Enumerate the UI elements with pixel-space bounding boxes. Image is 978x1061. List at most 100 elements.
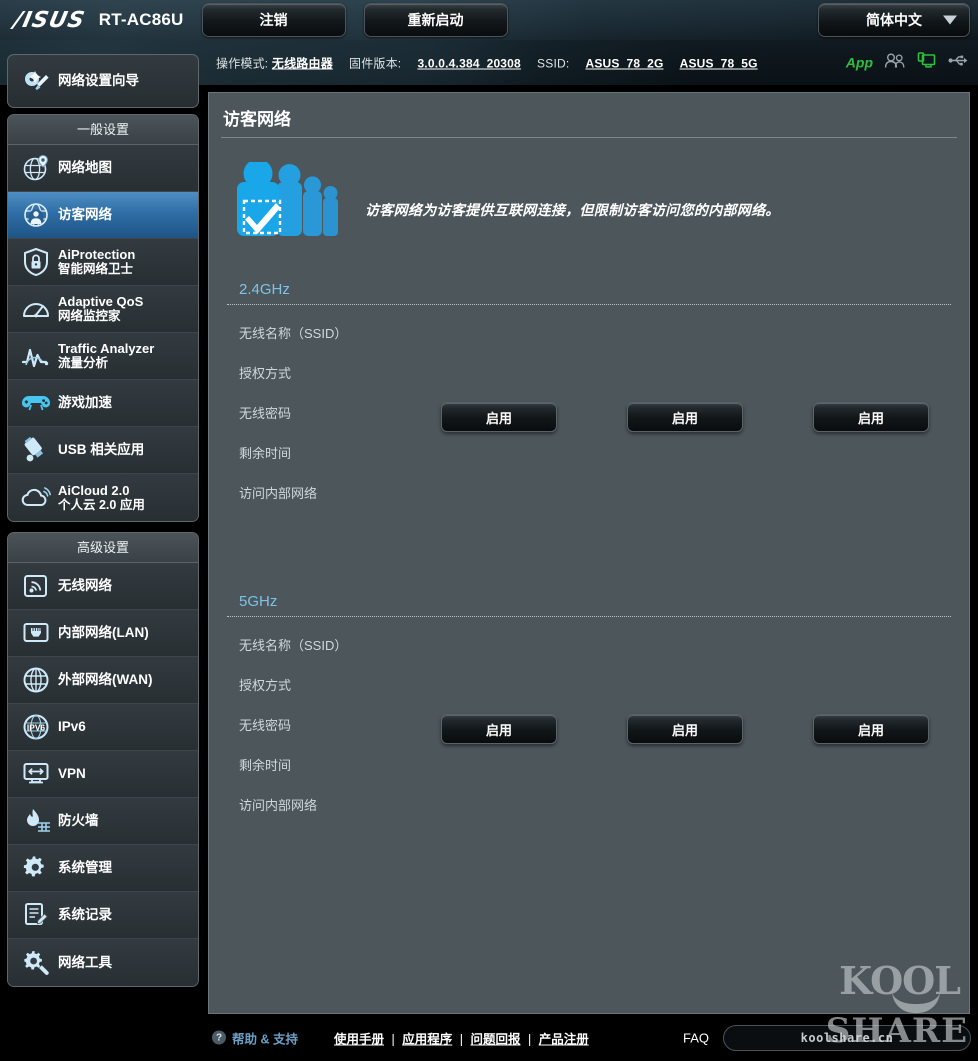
cloud-icon bbox=[16, 478, 56, 518]
guest-network-icon bbox=[16, 195, 56, 235]
sidebar-item-traffic-analyzer[interactable]: Traffic Analyzer 流量分析 bbox=[8, 333, 198, 380]
page-title: 访客网络 bbox=[223, 110, 291, 129]
sidebar-item-label: Traffic Analyzer 流量分析 bbox=[56, 341, 155, 371]
usb-icon[interactable] bbox=[948, 53, 968, 72]
sidebar-item-aicloud[interactable]: AiCloud 2.0 个人云 2.0 应用 bbox=[8, 474, 198, 521]
field-label-password: 无线密码 bbox=[239, 718, 292, 733]
sidebar-item-label: VPN bbox=[58, 766, 86, 781]
sidebar-item-label: 网络设置向导 bbox=[58, 73, 139, 88]
band-body-24ghz: 无线名称（SSID） 授权方式 无线密码 剩余时间 访问内部网络 启用 启用 启… bbox=[223, 305, 957, 501]
sidebar-item-vpn[interactable]: VPN bbox=[8, 751, 198, 798]
field-label-time-remaining: 剩余时间 bbox=[239, 758, 292, 773]
sidebar-item-system-log[interactable]: 系统记录 bbox=[8, 892, 198, 939]
sidebar-item-aiprotection[interactable]: AiProtection 智能网络卫士 bbox=[8, 239, 198, 286]
sidebar-item-label-main: Adaptive QoS bbox=[58, 294, 144, 309]
faq-search-input[interactable]: koolshare.cn bbox=[723, 1024, 971, 1051]
sidebar-item-wireless[interactable]: 无线网络 bbox=[8, 563, 198, 610]
main-panel: 访客网络 访客网络为访客提供互联网连接，但限制访客访问您的内部网络。 2.4GH… bbox=[208, 92, 970, 1014]
question-mark-icon: ? bbox=[212, 1030, 226, 1045]
guest-network-description: 访客网络为访客提供互联网连接，但限制访客访问您的内部网络。 bbox=[365, 202, 780, 218]
enable-guest-1-button-24ghz[interactable]: 启用 bbox=[441, 402, 557, 432]
logout-button[interactable]: 注销 bbox=[201, 3, 346, 37]
ssid-label: SSID: bbox=[537, 56, 570, 70]
ssid-2g-value[interactable]: ASUS_78_2G bbox=[585, 56, 663, 70]
enable-guest-2-button-5ghz[interactable]: 启用 bbox=[627, 714, 743, 744]
sidebar-item-game-boost[interactable]: 游戏加速 bbox=[8, 380, 198, 427]
vpn-monitor-icon bbox=[16, 754, 56, 794]
field-label-ssid: 无线名称（SSID） bbox=[239, 326, 348, 341]
footer-link-utility[interactable]: 应用程序 bbox=[402, 1032, 452, 1046]
traffic-wave-icon bbox=[16, 336, 56, 376]
sidebar-item-label: 网络地图 bbox=[58, 160, 112, 175]
sidebar-item-label-main: AiProtection bbox=[58, 247, 136, 262]
guest-network-banner: 访客网络为访客提供互联网连接，但限制访客访问您的内部网络。 bbox=[227, 155, 947, 265]
status-icon-group: App bbox=[846, 51, 968, 74]
sidebar-advanced-group: 高级设置 无线网络 内部网络(LAN) 外部网络(WAN) IPV6 IPv6 … bbox=[7, 532, 199, 987]
sidebar-item-label: 外部网络(WAN) bbox=[58, 672, 153, 687]
network-tools-icon bbox=[16, 943, 56, 983]
sidebar-item-network-map[interactable]: 网络地图 bbox=[8, 145, 198, 192]
sidebar-item-label: AiProtection 智能网络卫士 bbox=[56, 247, 136, 277]
sidebar-item-network-wizard[interactable]: 网络设置向导 bbox=[7, 54, 199, 108]
app-label[interactable]: App bbox=[846, 55, 873, 71]
sidebar-item-guest-network[interactable]: 访客网络 bbox=[8, 192, 198, 239]
sidebar-item-label: 游戏加速 bbox=[58, 395, 112, 410]
sidebar-item-wan[interactable]: 外部网络(WAN) bbox=[8, 657, 198, 704]
sidebar-item-label: USB 相关应用 bbox=[58, 442, 145, 457]
field-label-time-remaining: 剩余时间 bbox=[239, 446, 292, 461]
enable-guest-1-button-5ghz[interactable]: 启用 bbox=[441, 714, 557, 744]
sidebar-item-firewall[interactable]: 防火墙 bbox=[8, 798, 198, 845]
footer-content: ? 帮助 & 支持 使用手册 | 应用程序 | 问题回报 | 产品注册 FAQ … bbox=[208, 1014, 978, 1061]
sidebar-item-network-tools[interactable]: 网络工具 bbox=[8, 939, 198, 986]
enable-guest-2-button-24ghz[interactable]: 启用 bbox=[627, 402, 743, 432]
sidebar-item-label-main: Traffic Analyzer bbox=[58, 341, 155, 356]
firmware-version-value[interactable]: 3.0.0.4.384_20308 bbox=[417, 56, 521, 70]
band-title-5ghz: 5GHz bbox=[239, 593, 278, 610]
sidebar-item-label: IPv6 bbox=[58, 719, 86, 734]
footer-link-separator: | bbox=[391, 1032, 395, 1046]
asus-logo: /ISUS bbox=[11, 7, 88, 33]
router-status-text: 操作模式: 无线路由器 固件版本: 3.0.0.4.384_20308 SSID… bbox=[216, 54, 758, 71]
field-label-access-intranet: 访问内部网络 bbox=[239, 798, 318, 813]
language-selector[interactable]: 简体中文 bbox=[818, 3, 970, 37]
ssid-5g-value[interactable]: ASUS_78_5G bbox=[680, 56, 758, 70]
sidebar-item-ipv6[interactable]: IPV6 IPv6 bbox=[8, 704, 198, 751]
footer-link-manual[interactable]: 使用手册 bbox=[334, 1032, 384, 1046]
lan-port-icon bbox=[16, 613, 56, 653]
shield-lock-icon bbox=[16, 242, 56, 282]
sidebar-item-label-sub: 流量分析 bbox=[58, 356, 109, 370]
sidebar-item-label-sub: 智能网络卫士 bbox=[58, 262, 134, 276]
enable-guest-3-button-24ghz[interactable]: 启用 bbox=[813, 402, 929, 432]
sidebar-item-administration[interactable]: 系统管理 bbox=[8, 845, 198, 892]
footer-links: 使用手册 | 应用程序 | 问题回报 | 产品注册 bbox=[334, 1028, 589, 1047]
sidebar-item-label: Adaptive QoS 网络监控家 bbox=[56, 294, 144, 324]
sidebar-item-lan[interactable]: 内部网络(LAN) bbox=[8, 610, 198, 657]
clients-icon[interactable] bbox=[884, 52, 906, 73]
footer-link-product-registration[interactable]: 产品注册 bbox=[539, 1032, 589, 1046]
sidebar-item-adaptive-qos[interactable]: Adaptive QoS 网络监控家 bbox=[8, 286, 198, 333]
sidebar-item-usb-application[interactable]: USB 相关应用 bbox=[8, 427, 198, 474]
operation-mode-value[interactable]: 无线路由器 bbox=[272, 56, 333, 70]
system-log-icon bbox=[16, 895, 56, 935]
sidebar-general-header: 一般设置 bbox=[8, 115, 198, 145]
sidebar-item-label: 网络工具 bbox=[58, 954, 112, 970]
wizard-icon bbox=[16, 61, 56, 101]
help-support-link[interactable]: ? 帮助 & 支持 bbox=[212, 1028, 298, 1047]
sidebar-item-label: AiCloud 2.0 个人云 2.0 应用 bbox=[56, 483, 145, 512]
gauge-icon bbox=[16, 289, 56, 329]
field-label-password: 无线密码 bbox=[239, 406, 292, 421]
sidebar-item-label: 防火墙 bbox=[58, 813, 99, 828]
sidebar-general-group: 一般设置 网络地图 访客网络 AiProtection 智能网络卫士 Adapt… bbox=[7, 114, 199, 522]
field-label-ssid: 无线名称（SSID） bbox=[239, 638, 348, 653]
field-label-access-intranet: 访问内部网络 bbox=[239, 486, 318, 501]
top-bar: /ISUS RT-AC86U 注销 重新启动 简体中文 bbox=[0, 0, 978, 40]
footer-link-separator: | bbox=[527, 1032, 532, 1046]
system-gear-icon bbox=[16, 848, 56, 888]
reboot-button[interactable]: 重新启动 bbox=[363, 3, 508, 37]
network-monitor-icon[interactable] bbox=[917, 51, 937, 74]
wireless-icon bbox=[16, 566, 56, 606]
enable-guest-3-button-5ghz[interactable]: 启用 bbox=[813, 714, 929, 744]
sidebar-item-label-sub: 个人云 2.0 应用 bbox=[58, 497, 145, 512]
footer-link-feedback[interactable]: 问题回报 bbox=[470, 1032, 520, 1046]
language-selector-label: 简体中文 bbox=[866, 12, 922, 28]
